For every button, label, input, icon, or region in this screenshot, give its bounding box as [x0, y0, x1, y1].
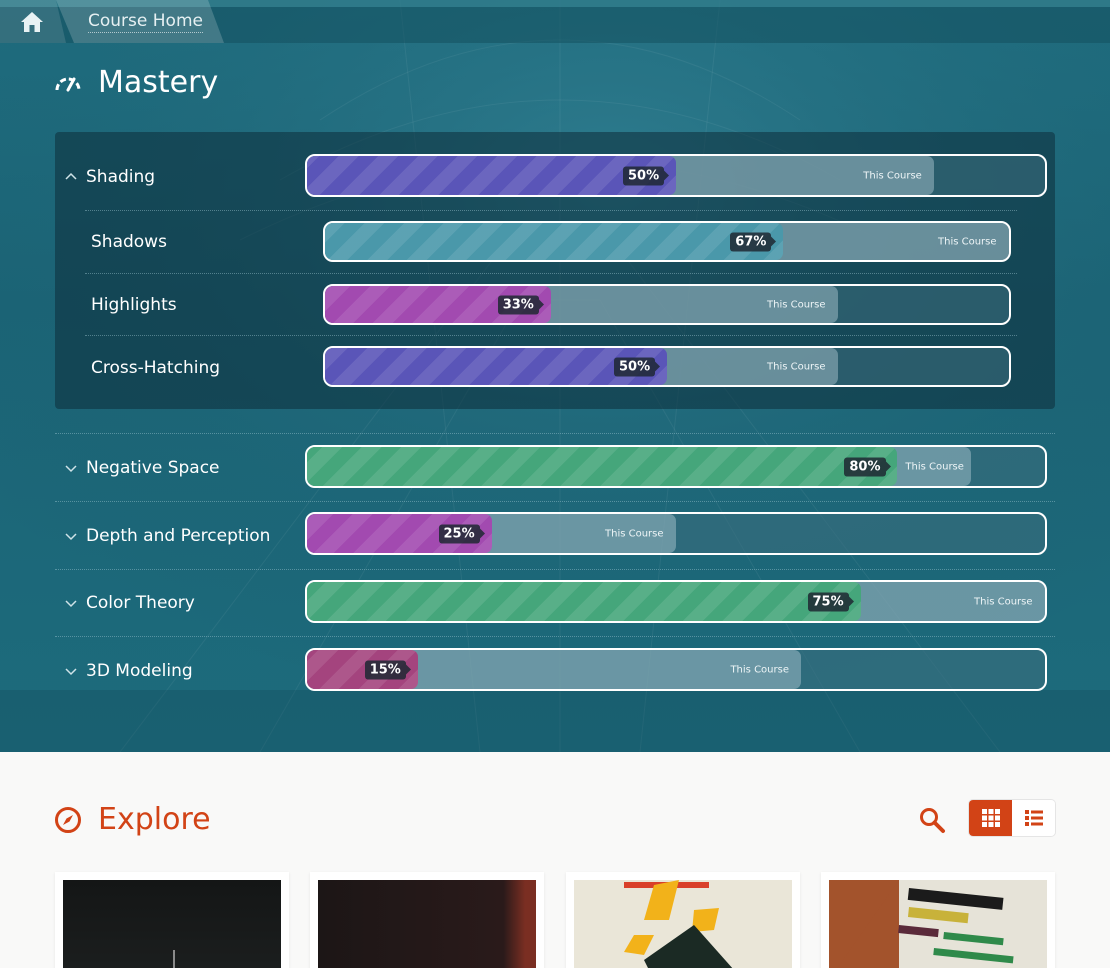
- dark-red-painting-thumbnail: [318, 880, 536, 968]
- divider: [55, 433, 1055, 434]
- suprematist-bars-thumbnail: [829, 880, 1047, 968]
- explore-card[interactable]: [566, 872, 800, 968]
- subskill-cross-hatching: Cross-Hatching: [91, 356, 220, 380]
- suprematist-art: [624, 880, 733, 968]
- explore-title: Explore: [98, 802, 211, 837]
- dark-painting-thumbnail: [63, 880, 281, 968]
- divider: [55, 569, 1055, 570]
- grid-view-button[interactable]: [969, 800, 1012, 836]
- skill-name: Depth and Perception: [86, 526, 271, 546]
- mastery-percent: 67%: [730, 232, 772, 251]
- mastery-heading: Mastery: [54, 62, 218, 102]
- chevron-up-icon: [65, 172, 77, 180]
- subskill-name: Cross-Hatching: [91, 358, 221, 378]
- divider: [55, 636, 1055, 637]
- mastery-percent: 25%: [438, 524, 480, 543]
- chevron-down-icon: [65, 600, 77, 608]
- skill-name: 3D Modeling: [86, 661, 193, 681]
- mastery-fill: [307, 447, 898, 486]
- mastery-bar-negative-space: This Course 80%: [305, 445, 1047, 488]
- mastery-percent: 50%: [614, 357, 656, 376]
- mastery-bar-shading: This Course 50%: [305, 154, 1047, 197]
- suprematist-yellow-thumbnail: [574, 880, 792, 968]
- skill-name: Negative Space: [86, 458, 220, 478]
- grid-view-icon: [981, 809, 1000, 827]
- explore-card[interactable]: [821, 872, 1055, 968]
- mastery-fill: [325, 223, 784, 260]
- mastery-bar-cross-hatching: This Course 50%: [323, 346, 1011, 387]
- list-view-icon: [1024, 810, 1043, 826]
- skill-toggle-color-theory[interactable]: Color Theory: [64, 591, 195, 615]
- divider: [55, 501, 1055, 502]
- explore-card[interactable]: [310, 872, 544, 968]
- explore-card[interactable]: [55, 872, 289, 968]
- mastery-bar-shadows: This Course 67%: [323, 221, 1011, 262]
- course-label: This Course: [905, 461, 964, 472]
- page-title: Mastery: [98, 64, 219, 100]
- mastery-bar-3d-modeling: This Course 15%: [305, 648, 1047, 691]
- search-icon: [920, 808, 945, 833]
- course-label: This Course: [938, 236, 997, 247]
- list-view-button[interactable]: [1012, 800, 1055, 836]
- mastery-fill: [307, 156, 676, 195]
- divider: [85, 335, 1017, 336]
- mastery-section: Course Home Mastery Shading This Course …: [0, 0, 1110, 752]
- chevron-down-icon: [65, 465, 77, 473]
- explore-heading: Explore: [54, 802, 211, 837]
- mastery-percent: 15%: [364, 660, 406, 679]
- subskill-shadows: Shadows: [91, 230, 167, 254]
- skill-toggle-shading[interactable]: Shading: [64, 165, 155, 189]
- course-label: This Course: [767, 299, 826, 310]
- skill-name: Shading: [86, 167, 156, 187]
- home-icon: [21, 11, 43, 32]
- home-button[interactable]: [0, 0, 66, 43]
- course-label: This Course: [605, 528, 664, 539]
- skill-toggle-3d-modeling[interactable]: 3D Modeling: [64, 659, 193, 683]
- view-toggle: [969, 800, 1055, 836]
- course-label: This Course: [974, 596, 1033, 607]
- compass-icon: [55, 806, 81, 833]
- subskill-highlights: Highlights: [91, 293, 177, 317]
- chevron-down-icon: [65, 533, 77, 541]
- mastery-percent: 33%: [497, 295, 539, 314]
- course-label: This Course: [863, 170, 922, 181]
- subskill-name: Shadows: [91, 232, 167, 252]
- mastery-bar-highlights: This Course 33%: [323, 284, 1011, 325]
- breadcrumb-label: Course Home: [88, 10, 203, 33]
- divider: [85, 273, 1017, 274]
- course-label: This Course: [767, 361, 826, 372]
- skill-toggle-negative-space[interactable]: Negative Space: [64, 456, 220, 480]
- divider: [85, 210, 1017, 211]
- suprematist-art: [829, 880, 1014, 968]
- explore-section: Explore: [0, 752, 1110, 968]
- mastery-fill: [307, 582, 861, 621]
- course-label: This Course: [730, 664, 789, 675]
- gauge-icon: [55, 77, 81, 92]
- mastery-bar-depth-and-perception: This Course 25%: [305, 512, 1047, 555]
- mastery-percent: 80%: [844, 457, 886, 476]
- mastery-percent: 50%: [623, 166, 665, 185]
- mastery-percent: 75%: [807, 592, 849, 611]
- breadcrumb-course-home[interactable]: Course Home: [56, 0, 224, 43]
- chevron-down-icon: [65, 668, 77, 676]
- search-button[interactable]: [918, 806, 946, 834]
- skill-name: Color Theory: [86, 593, 195, 613]
- skill-toggle-depth-and-perception[interactable]: Depth and Perception: [64, 524, 270, 548]
- subskill-name: Highlights: [91, 295, 177, 315]
- mastery-bar-color-theory: This Course 75%: [305, 580, 1047, 623]
